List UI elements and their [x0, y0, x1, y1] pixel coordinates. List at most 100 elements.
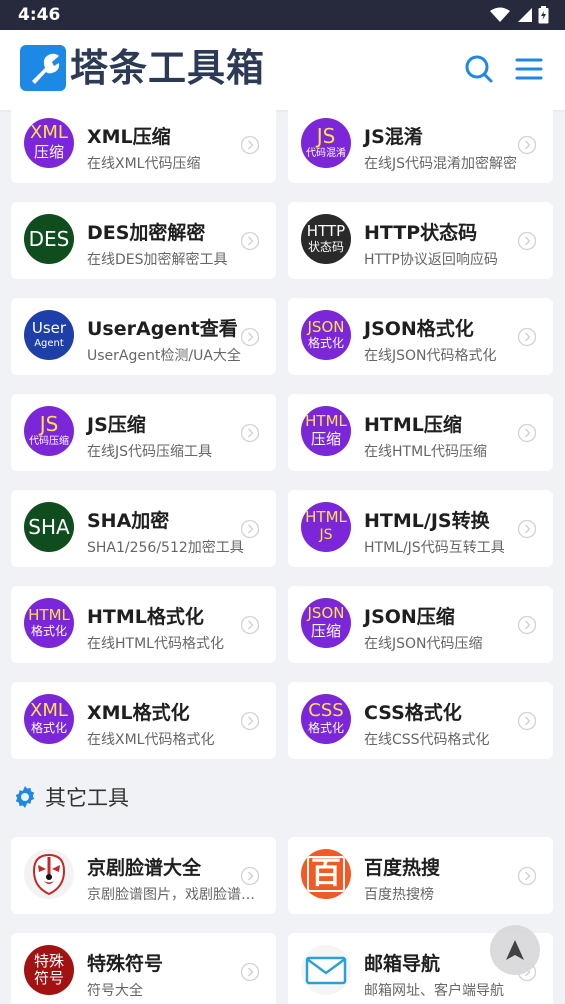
badge-line-1: DES: [28, 227, 70, 251]
status-bar: 4:46: [0, 0, 565, 30]
tool-title: XML压缩: [87, 126, 171, 148]
chevron-right-icon: [240, 615, 260, 635]
tool-desc: 在线HTML代码格式化: [87, 636, 224, 652]
badge-line-2: 符号: [33, 969, 64, 987]
badge-line-1: XML: [30, 700, 68, 722]
chevron-right-icon: [517, 615, 537, 635]
tool-desc: 京剧脸谱图片，戏剧脸谱大全: [87, 887, 257, 903]
gear-icon: [15, 786, 35, 808]
tool-card-baidu-hot[interactable]: 百 百度热搜 百度热搜榜: [288, 837, 553, 914]
tool-badge-icon: JSON 格式化: [301, 310, 351, 360]
tool-card[interactable]: DES DES加密解密 在线DES加密解密工具: [11, 202, 276, 279]
tool-title: SHA加密: [87, 510, 170, 532]
tool-badge-icon: User Agent: [24, 310, 74, 360]
badge-line-1: HTTP: [306, 221, 346, 240]
chevron-right-icon: [240, 962, 260, 982]
tool-card[interactable]: JSON 压缩 JSON压缩 在线JSON代码压缩: [288, 586, 553, 663]
tool-desc: 在线XML代码压缩: [87, 156, 201, 172]
badge-line-2: 格式化: [307, 335, 344, 350]
tool-title: HTML格式化: [87, 606, 204, 628]
chevron-right-icon: [517, 519, 537, 539]
tool-card[interactable]: JS 代码混淆 JS混淆 在线JS代码混淆加密解密: [288, 106, 553, 183]
opera-mask-icon: [24, 849, 74, 899]
badge-line-1: SHA: [28, 515, 70, 539]
tool-badge-icon: SHA: [24, 502, 74, 552]
badge-line-1: JS: [39, 412, 59, 437]
chevron-right-icon: [240, 423, 260, 443]
tool-card[interactable]: XML 压缩 XML压缩 在线XML代码压缩: [11, 106, 276, 183]
badge-line-2: 状态码: [307, 239, 344, 254]
tool-card[interactable]: HTML 格式化 HTML格式化 在线HTML代码格式化: [11, 586, 276, 663]
tool-badge-icon: XML 格式化: [24, 694, 74, 744]
tool-title: 百度热搜: [364, 857, 441, 879]
tool-card[interactable]: XML 格式化 XML格式化 在线XML代码格式化: [11, 682, 276, 759]
badge-line-1: HTML: [28, 605, 70, 624]
chevron-right-icon: [517, 711, 537, 731]
chevron-right-icon: [517, 327, 537, 347]
tool-badge-icon: JS 代码混淆: [301, 118, 351, 168]
tool-card[interactable]: JSON 格式化 JSON格式化 在线JSON代码格式化: [288, 298, 553, 375]
tool-card-opera-mask[interactable]: 京剧脸谱大全 京剧脸谱图片，戏剧脸谱大全: [11, 837, 276, 914]
app-header: 塔条工具箱: [0, 30, 565, 110]
tool-title: JSON压缩: [364, 606, 455, 628]
chevron-right-icon: [240, 866, 260, 886]
tool-card[interactable]: CSS 格式化 CSS格式化 在线CSS代码格式化: [288, 682, 553, 759]
tool-title: HTML压缩: [364, 414, 462, 436]
tool-title: DES加密解密: [87, 222, 206, 244]
other-tools-header: 其它工具: [13, 782, 129, 812]
badge-line-1: JSON: [307, 317, 345, 336]
tool-title: 特殊符号: [87, 953, 164, 975]
tool-card[interactable]: HTML JS HTML/JS转换 HTML/JS代码互转工具: [288, 490, 553, 567]
tool-badge-icon: HTML JS: [301, 502, 351, 552]
tool-desc: 在线HTML代码压缩: [364, 444, 487, 460]
app-title: 塔条工具箱: [70, 46, 266, 90]
tool-card[interactable]: SHA SHA加密 SHA1/256/512加密工具: [11, 490, 276, 567]
signal-icon: [518, 8, 532, 22]
tool-card-special-symbol[interactable]: 特殊 符号 特殊符号 符号大全: [11, 933, 276, 1004]
badge-line-2: Agent: [34, 337, 64, 349]
tool-desc: 在线JS代码压缩工具: [87, 444, 213, 460]
chevron-right-icon: [240, 711, 260, 731]
tool-badge-icon: JS 代码压缩: [24, 406, 74, 456]
badge-line-1: JSON: [307, 603, 345, 622]
chevron-right-icon: [240, 327, 260, 347]
tool-card[interactable]: HTML 压缩 HTML压缩 在线HTML代码压缩: [288, 394, 553, 471]
badge-line-2: 压缩: [310, 429, 341, 448]
badge-line-2: 压缩: [310, 621, 341, 640]
tool-desc: SHA1/256/512加密工具: [87, 540, 244, 556]
arrow-up-icon: [506, 940, 524, 960]
tool-desc: 在线XML代码格式化: [87, 732, 215, 748]
badge-line-1: CSS: [308, 700, 344, 722]
app-logo[interactable]: 塔条工具箱: [18, 43, 265, 93]
tool-title: HTML/JS转换: [364, 510, 490, 532]
tool-card[interactable]: HTTP 状态码 HTTP状态码 HTTP协议返回响应码: [288, 202, 553, 279]
tool-desc: 在线JSON代码压缩: [364, 636, 483, 652]
tool-card[interactable]: JS 代码压缩 JS压缩 在线JS代码压缩工具: [11, 394, 276, 471]
chevron-right-icon: [240, 135, 260, 155]
tool-badge-icon: DES: [24, 214, 74, 264]
chevron-right-icon: [517, 135, 537, 155]
badge-line-1: XML: [30, 122, 68, 144]
badge-line-2: 格式化: [307, 721, 344, 736]
tool-desc: HTML/JS代码互转工具: [364, 540, 505, 556]
tool-badge-icon: CSS 格式化: [301, 694, 351, 744]
tool-card[interactable]: User Agent UserAgent查看 UserAgent检测/UA大全: [11, 298, 276, 375]
chevron-right-icon: [517, 423, 537, 443]
badge-line-2: 代码压缩: [29, 436, 69, 448]
tool-title: JSON格式化: [364, 318, 474, 340]
search-icon[interactable]: [464, 54, 494, 84]
baidu-hot-icon: 百: [301, 849, 351, 899]
tool-badge-icon: HTTP 状态码: [301, 214, 351, 264]
mail-icon: [301, 945, 351, 995]
tool-badge-icon: JSON 压缩: [301, 598, 351, 648]
tool-desc: 百度热搜榜: [364, 887, 434, 903]
tool-title: CSS格式化: [364, 702, 462, 724]
tool-desc: HTTP协议返回响应码: [364, 252, 498, 268]
menu-icon[interactable]: [514, 54, 544, 84]
badge-line-2: 代码混淆: [306, 148, 346, 160]
status-time: 4:46: [18, 5, 61, 25]
tool-desc: 符号大全: [87, 983, 143, 999]
tool-desc: 在线CSS代码格式化: [364, 732, 490, 748]
scroll-to-top-button[interactable]: [490, 925, 540, 975]
wrench-logo-icon: [20, 45, 66, 91]
